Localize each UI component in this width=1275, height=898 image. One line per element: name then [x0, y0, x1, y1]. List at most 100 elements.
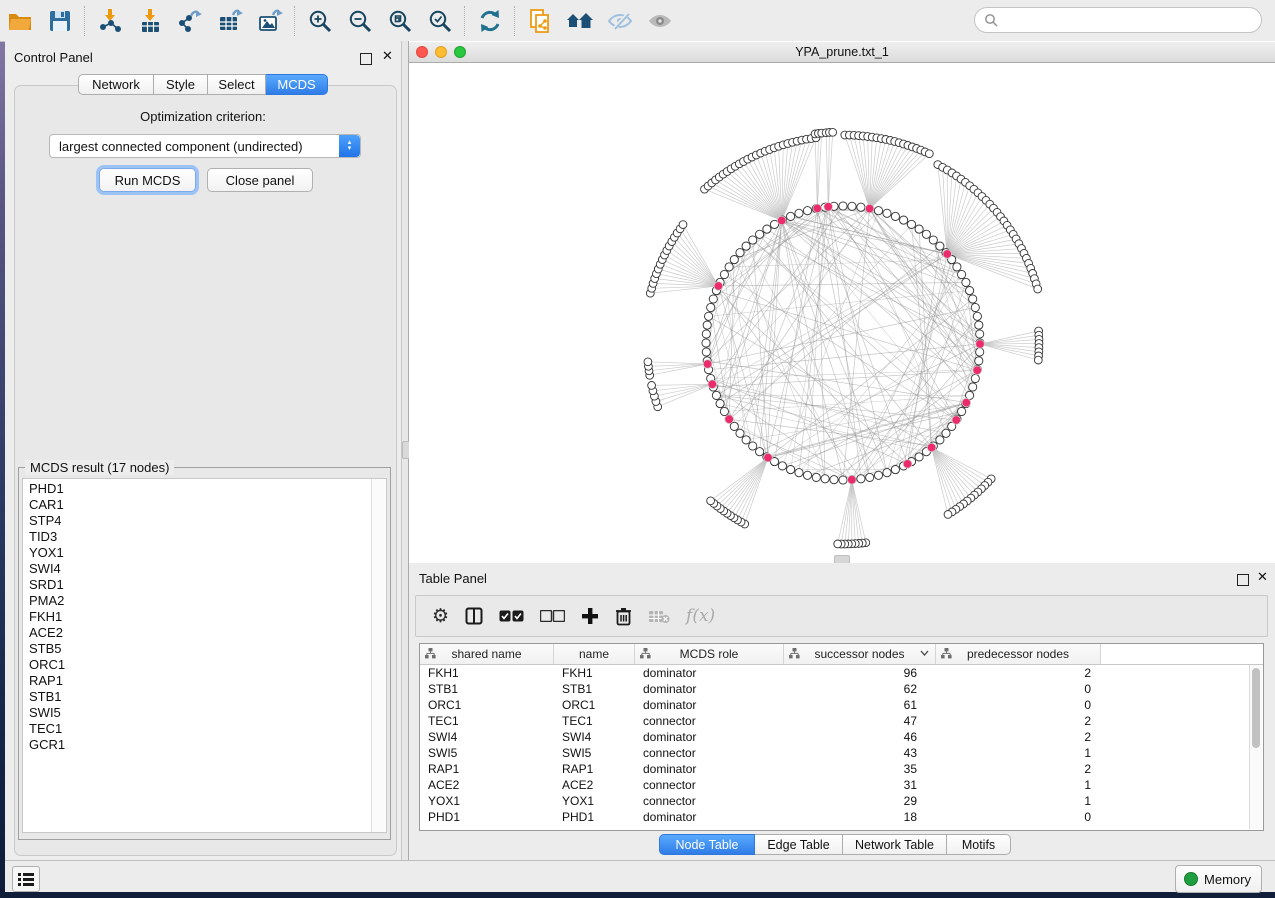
tab-edge-table[interactable]: Edge Table: [755, 834, 843, 855]
network-node[interactable]: [883, 209, 891, 217]
mcds-result-item[interactable]: ORC1: [23, 657, 371, 673]
mcds-result-item[interactable]: SRD1: [23, 577, 371, 593]
network-canvas[interactable]: [409, 63, 1275, 563]
cell-mcds_role[interactable]: dominator: [635, 666, 784, 680]
network-satellite-node[interactable]: [1034, 285, 1042, 293]
mcds-result-item[interactable]: PHD1: [23, 481, 371, 497]
zoom-selected-icon[interactable]: [420, 4, 460, 38]
network-node[interactable]: [720, 270, 728, 278]
network-node[interactable]: [730, 422, 738, 430]
export-image-icon[interactable]: [250, 4, 290, 38]
table-settings-icon[interactable]: ⚙: [432, 605, 449, 628]
network-node[interactable]: [803, 471, 811, 479]
network-node[interactable]: [848, 202, 856, 210]
network-node[interactable]: [803, 207, 811, 215]
cell-successor_nodes[interactable]: 18: [784, 810, 936, 824]
mcds-result-item[interactable]: ACE2: [23, 625, 371, 641]
cell-successor_nodes[interactable]: 29: [784, 794, 936, 808]
sort-menu-icon[interactable]: [920, 650, 929, 656]
cell-shared_name[interactable]: TEC1: [420, 714, 554, 728]
network-node[interactable]: [702, 330, 710, 338]
network-node[interactable]: [756, 448, 764, 456]
network-node[interactable]: [915, 453, 923, 461]
cell-name[interactable]: PHD1: [554, 810, 635, 824]
network-node[interactable]: [778, 462, 786, 470]
network-dominator-node[interactable]: [865, 204, 874, 213]
cell-predecessor_nodes[interactable]: 1: [936, 778, 1101, 792]
network-node[interactable]: [812, 473, 820, 481]
network-satellite-node[interactable]: [648, 382, 656, 390]
cell-mcds_role[interactable]: connector: [635, 746, 784, 760]
network-node[interactable]: [883, 469, 891, 477]
network-node[interactable]: [936, 436, 944, 444]
network-node[interactable]: [971, 374, 979, 382]
column-header-name[interactable]: name: [554, 644, 635, 664]
network-node[interactable]: [742, 242, 750, 250]
mcds-result-list[interactable]: PHD1CAR1STP4TID3YOX1SWI4SRD1PMA2FKH1ACE2…: [22, 478, 387, 833]
cell-name[interactable]: ORC1: [554, 698, 635, 712]
cell-name[interactable]: FKH1: [554, 666, 635, 680]
cell-name[interactable]: SWI5: [554, 746, 635, 760]
cell-mcds_role[interactable]: dominator: [635, 698, 784, 712]
network-node[interactable]: [707, 303, 715, 311]
network-node[interactable]: [763, 225, 771, 233]
table-row[interactable]: ACE2ACE2connector311: [420, 777, 1263, 793]
cell-name[interactable]: RAP1: [554, 762, 635, 776]
cell-name[interactable]: ACE2: [554, 778, 635, 792]
function-builder-icon[interactable]: f(x): [686, 606, 715, 626]
delete-column-icon[interactable]: [615, 607, 632, 626]
network-node[interactable]: [709, 295, 717, 303]
cell-successor_nodes[interactable]: 47: [784, 714, 936, 728]
table-row[interactable]: STB1STB1dominator620: [420, 681, 1263, 697]
cell-mcds_role[interactable]: connector: [635, 714, 784, 728]
delete-table-icon[interactable]: [648, 609, 670, 624]
network-node[interactable]: [787, 466, 795, 474]
network-node[interactable]: [969, 383, 977, 391]
cell-mcds_role[interactable]: dominator: [635, 730, 784, 744]
tab-select[interactable]: Select: [208, 74, 266, 95]
hide-selected-icon[interactable]: [600, 4, 640, 38]
network-node[interactable]: [942, 429, 950, 437]
deselect-all-checkboxes-icon[interactable]: [540, 610, 565, 622]
search-input[interactable]: [1003, 12, 1261, 29]
tab-style[interactable]: Style: [154, 74, 208, 95]
network-node[interactable]: [976, 348, 984, 356]
table-row[interactable]: RAP1RAP1dominator352: [420, 761, 1263, 777]
network-node[interactable]: [975, 357, 983, 365]
network-node[interactable]: [749, 236, 757, 244]
network-dominator-node[interactable]: [777, 216, 786, 225]
network-node[interactable]: [900, 216, 908, 224]
mcds-result-item[interactable]: PMA2: [23, 593, 371, 609]
cell-name[interactable]: STB1: [554, 682, 635, 696]
network-node[interactable]: [716, 400, 724, 408]
column-header-successor-nodes[interactable]: successor nodes: [784, 644, 936, 664]
mcds-result-item[interactable]: STB1: [23, 689, 371, 705]
network-node[interactable]: [702, 348, 710, 356]
network-node[interactable]: [953, 263, 961, 271]
network-node[interactable]: [962, 278, 970, 286]
cell-shared_name[interactable]: RAP1: [420, 762, 554, 776]
network-node[interactable]: [736, 429, 744, 437]
network-node[interactable]: [795, 209, 803, 217]
tab-network-table[interactable]: Network Table: [843, 834, 947, 855]
network-node[interactable]: [891, 212, 899, 220]
columns-icon[interactable]: [465, 607, 483, 625]
cell-name[interactable]: TEC1: [554, 714, 635, 728]
network-dominator-node[interactable]: [708, 380, 717, 389]
network-node[interactable]: [736, 249, 744, 257]
network-satellite-node[interactable]: [1034, 356, 1042, 364]
network-dominator-node[interactable]: [903, 460, 912, 469]
network-node[interactable]: [958, 270, 966, 278]
cell-shared_name[interactable]: ACE2: [420, 778, 554, 792]
column-header-MCDS-role[interactable]: MCDS role: [635, 644, 784, 664]
column-header-shared-name[interactable]: shared name: [420, 644, 554, 664]
mcds-result-item[interactable]: STB5: [23, 641, 371, 657]
network-dominator-node[interactable]: [848, 475, 857, 484]
network-satellite-node[interactable]: [944, 511, 952, 519]
tab-network[interactable]: Network: [78, 74, 154, 95]
network-node[interactable]: [857, 203, 865, 211]
float-panel-icon[interactable]: [1237, 573, 1249, 591]
column-header-predecessor-nodes[interactable]: predecessor nodes: [936, 644, 1101, 664]
mcds-result-item[interactable]: STP4: [23, 513, 371, 529]
cell-name[interactable]: SWI4: [554, 730, 635, 744]
